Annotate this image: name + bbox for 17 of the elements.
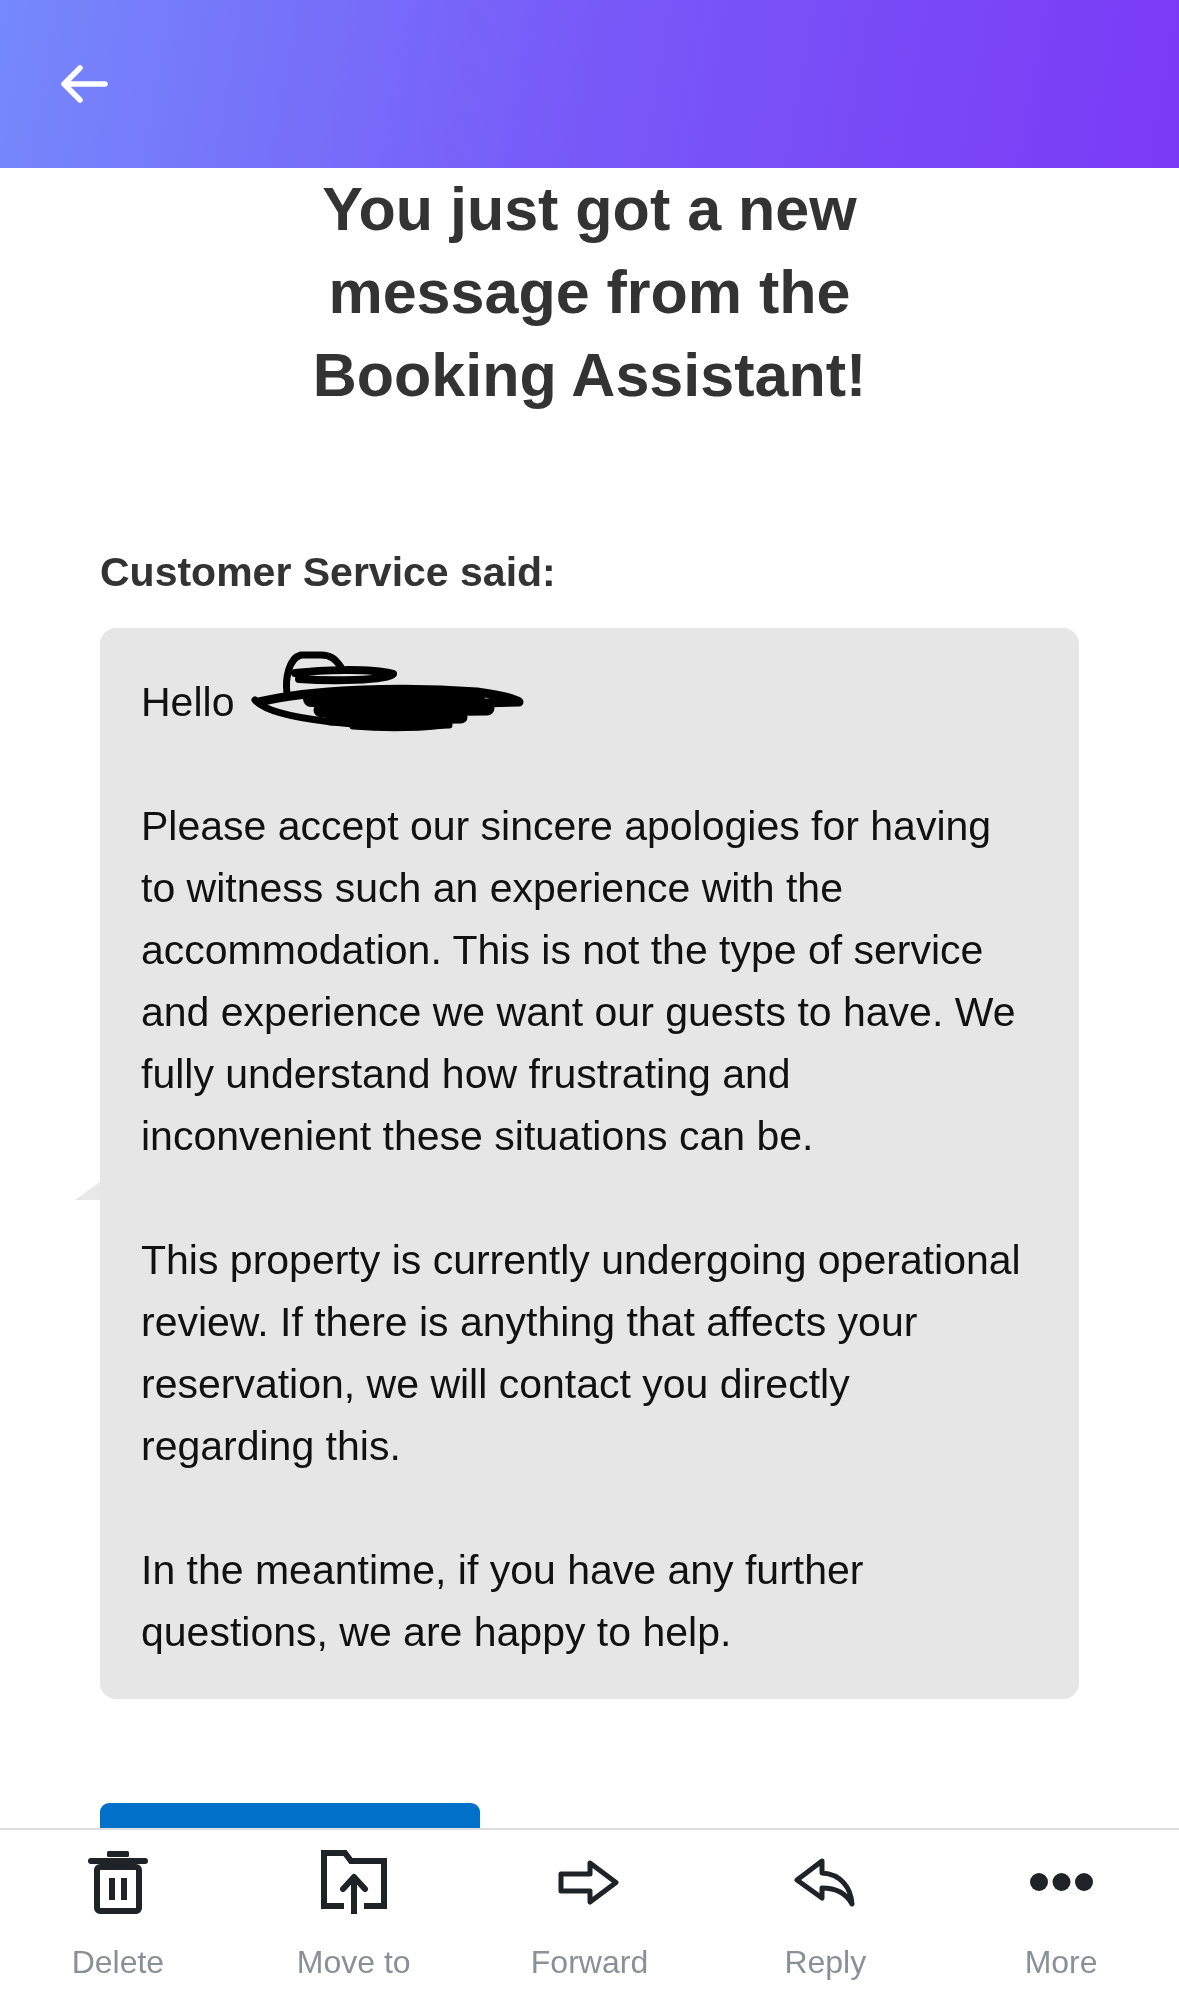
- toolbar-button[interactable]: More: [943, 1830, 1179, 1995]
- sender-label: Customer Service said:: [100, 548, 557, 597]
- right-arrow-icon: [558, 1858, 621, 1906]
- message-paragraph: This property is currently undergoing operational review. If there is anything that affects your reservation, we will contact you directly regarding this.: [141, 1236, 1022, 1471]
- trash-icon: [87, 1850, 148, 1914]
- left-arrow-icon: [60, 64, 108, 104]
- back-button[interactable]: [58, 62, 110, 106]
- greeting-text: Hello: [141, 678, 235, 727]
- toolbar-button[interactable]: Delete: [0, 1830, 236, 1995]
- toolbar-button[interactable]: Reply: [707, 1830, 944, 1995]
- page-heading: You just got a new message from the Booking Assistant!: [311, 174, 868, 411]
- toolbar-button[interactable]: Forward: [471, 1830, 708, 1995]
- toolbar-button[interactable]: Move to: [235, 1830, 472, 1995]
- three-dots-icon: [1028, 1872, 1094, 1892]
- message-paragraph: In the meantime, if you have any further questions, we are happy to help.: [141, 1546, 865, 1657]
- message-paragraph: Please accept our sincere apologies for having to witness such an experience with the accommodation. This is not the type of service and experience we want our guests to have. We fully understand how frustrating and inconvenient these situations can be.: [141, 802, 1017, 1161]
- curved-left-arrow-icon: [794, 1857, 857, 1907]
